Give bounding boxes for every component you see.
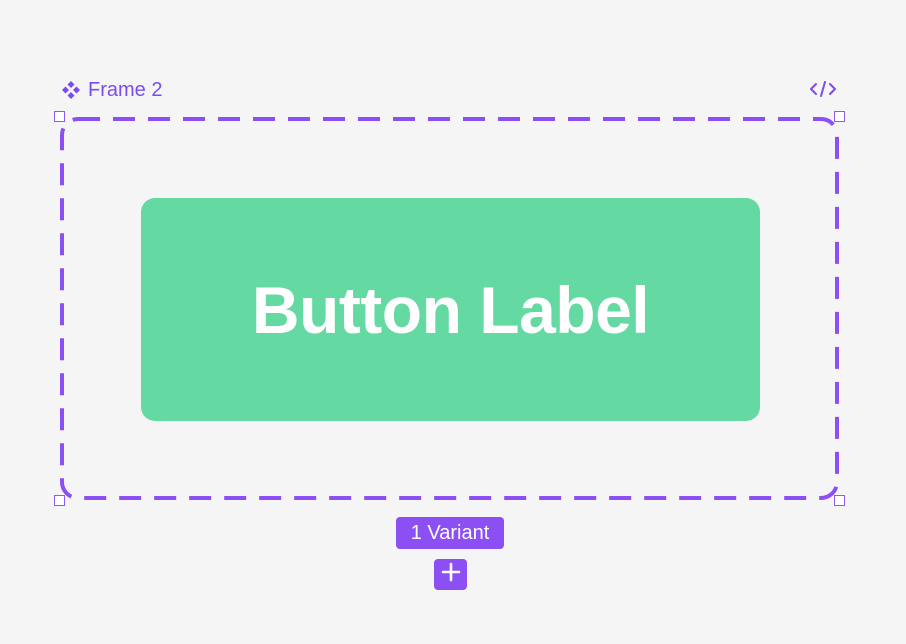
resize-handle-top-left[interactable] [54, 111, 65, 122]
resize-handle-top-right[interactable] [834, 111, 845, 122]
plus-icon [441, 562, 461, 587]
button-label: Button Label [251, 272, 650, 347]
frame-name-label: Frame 2 [88, 78, 163, 101]
frame-title[interactable]: Frame 2 [60, 78, 162, 102]
variant-count-label: 1 Variant [410, 521, 490, 544]
resize-handle-bottom-left[interactable] [54, 495, 65, 506]
code-icon[interactable] [808, 78, 838, 100]
resize-handle-bottom-right[interactable] [834, 495, 845, 506]
add-variant-button[interactable] [434, 559, 467, 590]
button-variant[interactable]: Button Label [141, 198, 760, 421]
component-set-icon [60, 79, 82, 101]
variant-count-badge[interactable]: 1 Variant [396, 517, 504, 549]
